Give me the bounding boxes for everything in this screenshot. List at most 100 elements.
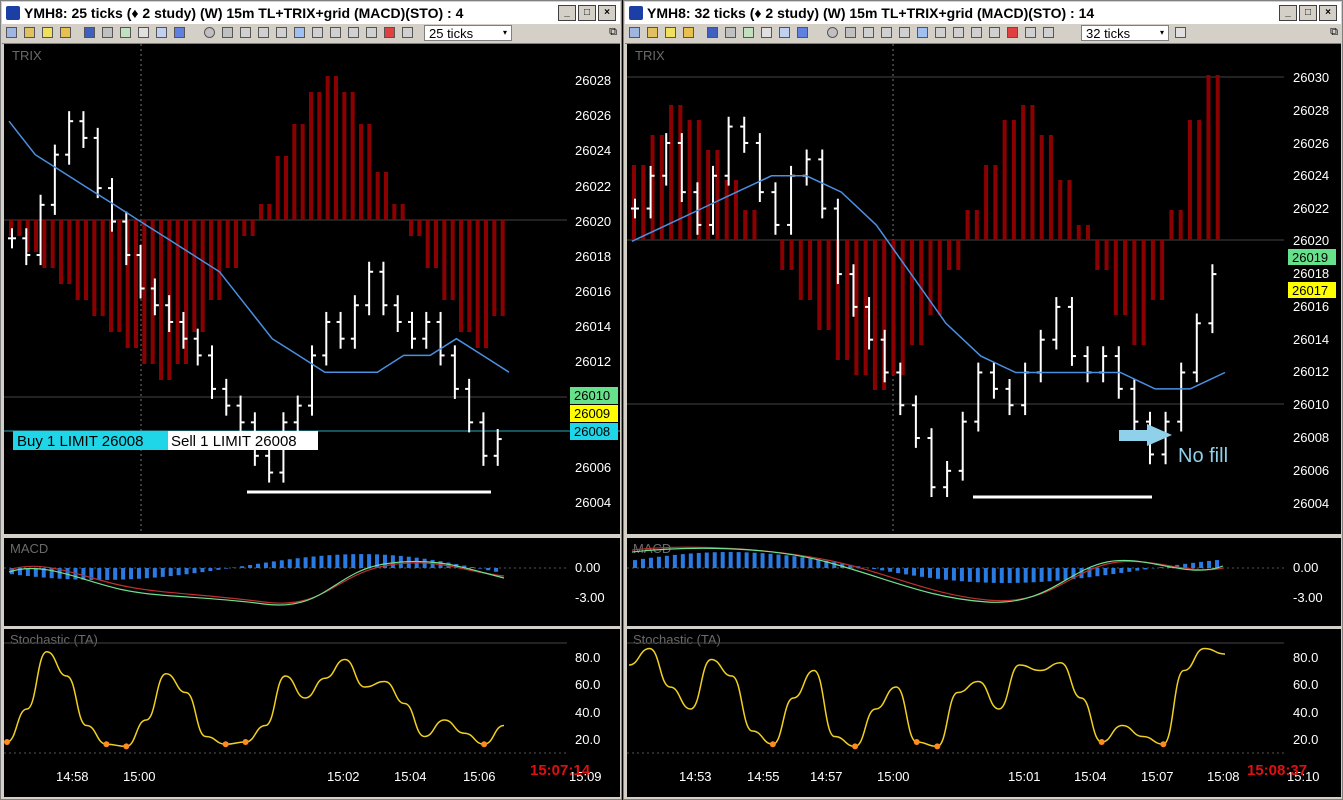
vertical-line-icon[interactable] bbox=[1025, 27, 1036, 38]
window-title: YMH8: 25 ticks (♦ 2 study) (W) 15m TL+TR… bbox=[24, 5, 464, 21]
minimize-button[interactable]: _ bbox=[1279, 5, 1297, 21]
fib-tool-icon[interactable] bbox=[258, 27, 269, 38]
stochastic-line bbox=[628, 647, 1226, 748]
rectangle-tool-icon[interactable] bbox=[845, 27, 856, 38]
chart-window-left[interactable]: YMH8: 25 ticks (♦ 2 study) (W) 15m TL+TR… bbox=[0, 0, 622, 800]
svg-text:26024: 26024 bbox=[1293, 168, 1329, 183]
close-button[interactable]: × bbox=[1319, 5, 1337, 21]
stochastic-pane[interactable]: Stochastic (TA) 80.0 60.0 40.0 20.0 14:5… bbox=[627, 629, 1341, 797]
grid-icon[interactable] bbox=[797, 27, 808, 38]
svg-text:26014: 26014 bbox=[575, 319, 611, 334]
arrow-icon[interactable] bbox=[971, 27, 982, 38]
stochastic-pane[interactable]: Stochastic (TA) 80.0 60.0 40.0 20.0 14:5… bbox=[4, 629, 620, 797]
star-icon[interactable] bbox=[42, 27, 53, 38]
svg-text:15:08: 15:08 bbox=[1207, 769, 1240, 784]
chart-window-right[interactable]: YMH8: 32 ticks (♦ 2 study) (W) 15m TL+TR… bbox=[623, 0, 1343, 800]
zoom-out-icon[interactable] bbox=[1007, 27, 1018, 38]
chart-toolbar: 32 ticks ▾ ⧉ bbox=[625, 24, 1341, 44]
window-title-bar[interactable]: YMH8: 32 ticks (♦ 2 study) (W) 15m TL+TR… bbox=[625, 2, 1341, 24]
table-icon[interactable] bbox=[156, 27, 167, 38]
pencil-icon[interactable] bbox=[899, 27, 910, 38]
table-icon[interactable] bbox=[779, 27, 790, 38]
save-icon[interactable] bbox=[707, 27, 718, 38]
print-icon[interactable] bbox=[102, 27, 113, 38]
close-button[interactable]: × bbox=[598, 5, 616, 21]
window-title-bar[interactable]: YMH8: 25 ticks (♦ 2 study) (W) 15m TL+TR… bbox=[2, 2, 620, 24]
restore-icon[interactable]: ⧉ bbox=[609, 26, 617, 39]
horizontal-line-icon[interactable] bbox=[953, 27, 964, 38]
pen-tool-icon[interactable] bbox=[863, 27, 874, 38]
oversold-marker bbox=[934, 743, 941, 750]
star-icon[interactable] bbox=[665, 27, 676, 38]
vertical-line-icon[interactable] bbox=[402, 27, 413, 38]
pencil-icon[interactable] bbox=[276, 27, 287, 38]
trendline-icon[interactable] bbox=[935, 27, 946, 38]
maximize-button[interactable]: □ bbox=[578, 5, 596, 21]
fib-tool-icon[interactable] bbox=[881, 27, 892, 38]
macd-histogram bbox=[633, 552, 1220, 583]
folder-icon[interactable] bbox=[24, 27, 35, 38]
svg-text:15:02: 15:02 bbox=[327, 769, 360, 784]
save-icon[interactable] bbox=[84, 27, 95, 38]
arrow-icon[interactable] bbox=[348, 27, 359, 38]
stochastic-line bbox=[6, 651, 505, 748]
price-pane[interactable]: TRIX 26028 26026 26024 26022 26020 26018… bbox=[4, 44, 620, 534]
template-icon[interactable] bbox=[761, 27, 772, 38]
folder-icon[interactable] bbox=[647, 27, 658, 38]
ellipse-tool-icon[interactable] bbox=[827, 27, 838, 38]
chevron-down-icon: ▾ bbox=[502, 28, 507, 37]
tick-interval-select[interactable]: 25 ticks ▾ bbox=[424, 25, 512, 41]
tick-interval-select[interactable]: 32 ticks ▾ bbox=[1081, 25, 1169, 41]
zoom-out-icon[interactable] bbox=[384, 27, 395, 38]
minus-icon[interactable] bbox=[989, 27, 1000, 38]
ellipse-tool-icon[interactable] bbox=[204, 27, 215, 38]
svg-text:26006: 26006 bbox=[1293, 463, 1329, 478]
svg-text:20.0: 20.0 bbox=[1293, 732, 1318, 747]
print-icon[interactable] bbox=[725, 27, 736, 38]
favorites-icon[interactable] bbox=[683, 27, 694, 38]
svg-text:26008: 26008 bbox=[1293, 430, 1329, 445]
maximize-button[interactable]: □ bbox=[1299, 5, 1317, 21]
cursor-icon[interactable] bbox=[6, 27, 17, 38]
svg-text:26026: 26026 bbox=[575, 108, 611, 123]
svg-text:-3.00: -3.00 bbox=[575, 590, 605, 605]
restore-icon[interactable]: ⧉ bbox=[1330, 26, 1338, 39]
template-icon[interactable] bbox=[138, 27, 149, 38]
zoom-icon[interactable] bbox=[294, 27, 305, 38]
horizontal-line-icon[interactable] bbox=[330, 27, 341, 38]
svg-text:Buy 1 LIMIT 26008: Buy 1 LIMIT 26008 bbox=[17, 433, 143, 450]
properties-icon[interactable] bbox=[120, 27, 131, 38]
pen-tool-icon[interactable] bbox=[240, 27, 251, 38]
trix-histogram bbox=[632, 75, 1220, 390]
cursor-icon[interactable] bbox=[629, 27, 640, 38]
svg-text:80.0: 80.0 bbox=[575, 650, 600, 665]
favorites-icon[interactable] bbox=[60, 27, 71, 38]
svg-text:26022: 26022 bbox=[1293, 201, 1329, 216]
notes-icon[interactable] bbox=[1175, 27, 1186, 38]
clock: 15:07:14 bbox=[530, 762, 591, 779]
svg-text:26004: 26004 bbox=[1293, 496, 1329, 511]
link-icon[interactable] bbox=[1043, 27, 1054, 38]
minimize-button[interactable]: _ bbox=[558, 5, 576, 21]
oversold-marker bbox=[913, 739, 920, 745]
svg-text:26016: 26016 bbox=[575, 284, 611, 299]
trix-label: TRIX bbox=[12, 48, 42, 63]
zoom-icon[interactable] bbox=[917, 27, 928, 38]
svg-text:15:07: 15:07 bbox=[1141, 769, 1174, 784]
svg-text:26028: 26028 bbox=[1293, 103, 1329, 118]
grid-icon[interactable] bbox=[174, 27, 185, 38]
rectangle-tool-icon[interactable] bbox=[222, 27, 233, 38]
svg-text:26006: 26006 bbox=[575, 460, 611, 475]
properties-icon[interactable] bbox=[743, 27, 754, 38]
macd-pane[interactable]: MACD 0.00 -3.00 bbox=[4, 538, 620, 626]
svg-text:26020: 26020 bbox=[1293, 233, 1329, 248]
oversold-marker bbox=[769, 741, 776, 748]
svg-text:26024: 26024 bbox=[575, 143, 611, 158]
stochastic-label: Stochastic (TA) bbox=[10, 632, 98, 647]
minus-icon[interactable] bbox=[366, 27, 377, 38]
macd-pane[interactable]: MACD 0.00 -3.00 bbox=[627, 538, 1341, 626]
trendline-icon[interactable] bbox=[312, 27, 323, 38]
oversold-marker bbox=[1160, 741, 1167, 748]
svg-text:26010: 26010 bbox=[1293, 397, 1329, 412]
price-pane[interactable]: TRIX No fill 26030 26028 26026 26024 260… bbox=[627, 44, 1341, 534]
